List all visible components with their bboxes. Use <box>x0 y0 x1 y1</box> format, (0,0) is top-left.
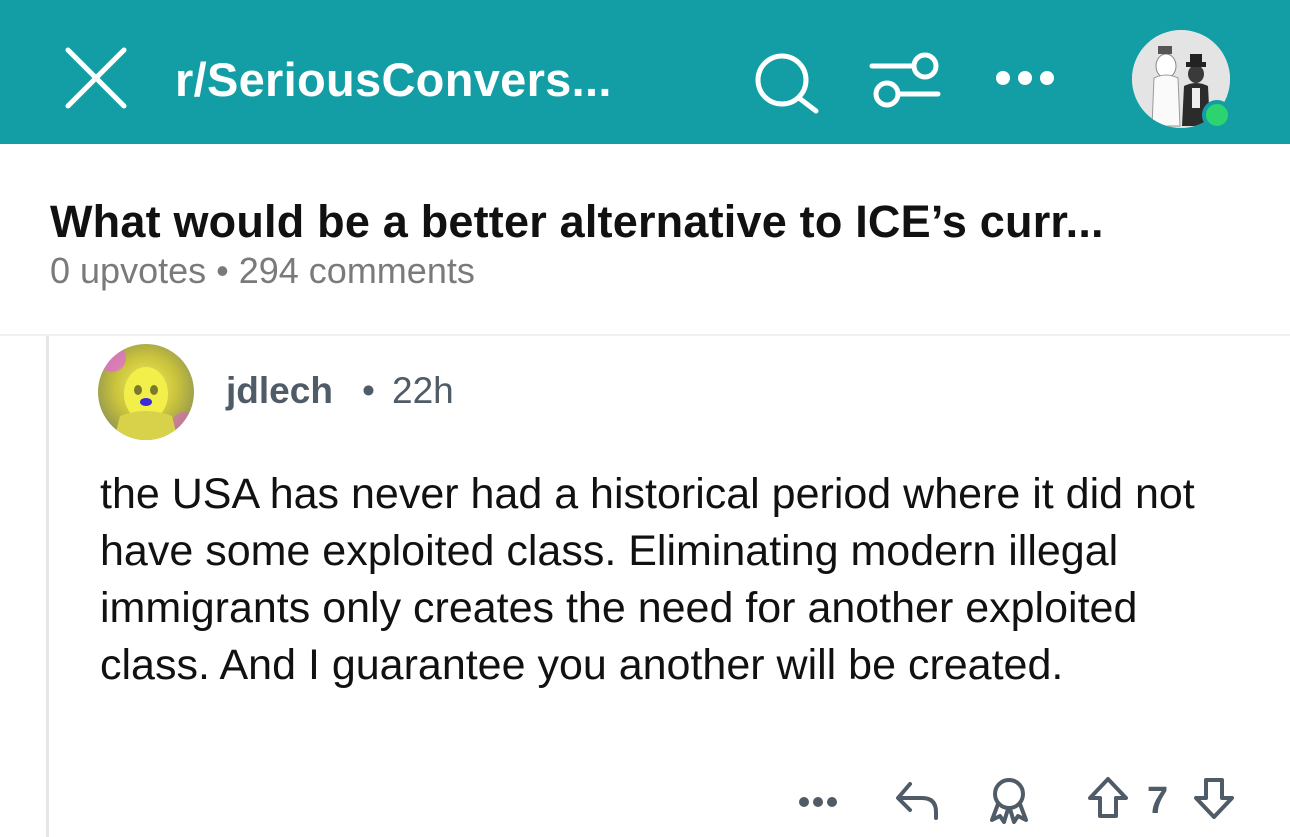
comment-author[interactable]: jdlech <box>226 370 333 412</box>
commenter-avatar[interactable] <box>98 344 194 440</box>
comment-action-bar: 7 <box>0 776 1290 826</box>
upvote-icon[interactable] <box>1086 776 1130 820</box>
user-avatar-button[interactable] <box>1132 30 1232 130</box>
close-icon[interactable] <box>62 44 130 112</box>
comment-thread-line[interactable] <box>46 336 49 837</box>
comment-body: the USA has never had a historical perio… <box>100 470 1195 689</box>
award-icon[interactable] <box>986 776 1032 824</box>
comment-meta-separator: • <box>362 370 375 411</box>
online-status-indicator <box>1202 100 1232 130</box>
subreddit-title[interactable]: r/SeriousConvers... <box>175 48 612 112</box>
more-options-icon[interactable] <box>993 66 1057 90</box>
post-title[interactable]: What would be a better alternative to IC… <box>50 196 1104 248</box>
filter-icon[interactable] <box>868 50 944 110</box>
post-upvotes: 0 upvotes <box>50 250 207 291</box>
post-header[interactable]: What would be a better alternative to IC… <box>0 144 1290 336</box>
downvote-icon[interactable] <box>1192 776 1236 820</box>
post-meta: 0 upvotes • 294 comments <box>50 250 475 292</box>
comment-timestamp: 22h <box>392 370 454 411</box>
more-icon[interactable] <box>798 794 838 810</box>
reply-icon[interactable] <box>892 776 940 822</box>
meta-separator: • <box>216 250 229 291</box>
section-divider <box>0 334 1290 336</box>
post-comment-count: 294 comments <box>238 250 475 291</box>
comment-vote-count: 7 <box>1147 780 1169 822</box>
app-bar: r/SeriousConvers... <box>0 0 1290 144</box>
search-icon[interactable] <box>750 50 824 114</box>
